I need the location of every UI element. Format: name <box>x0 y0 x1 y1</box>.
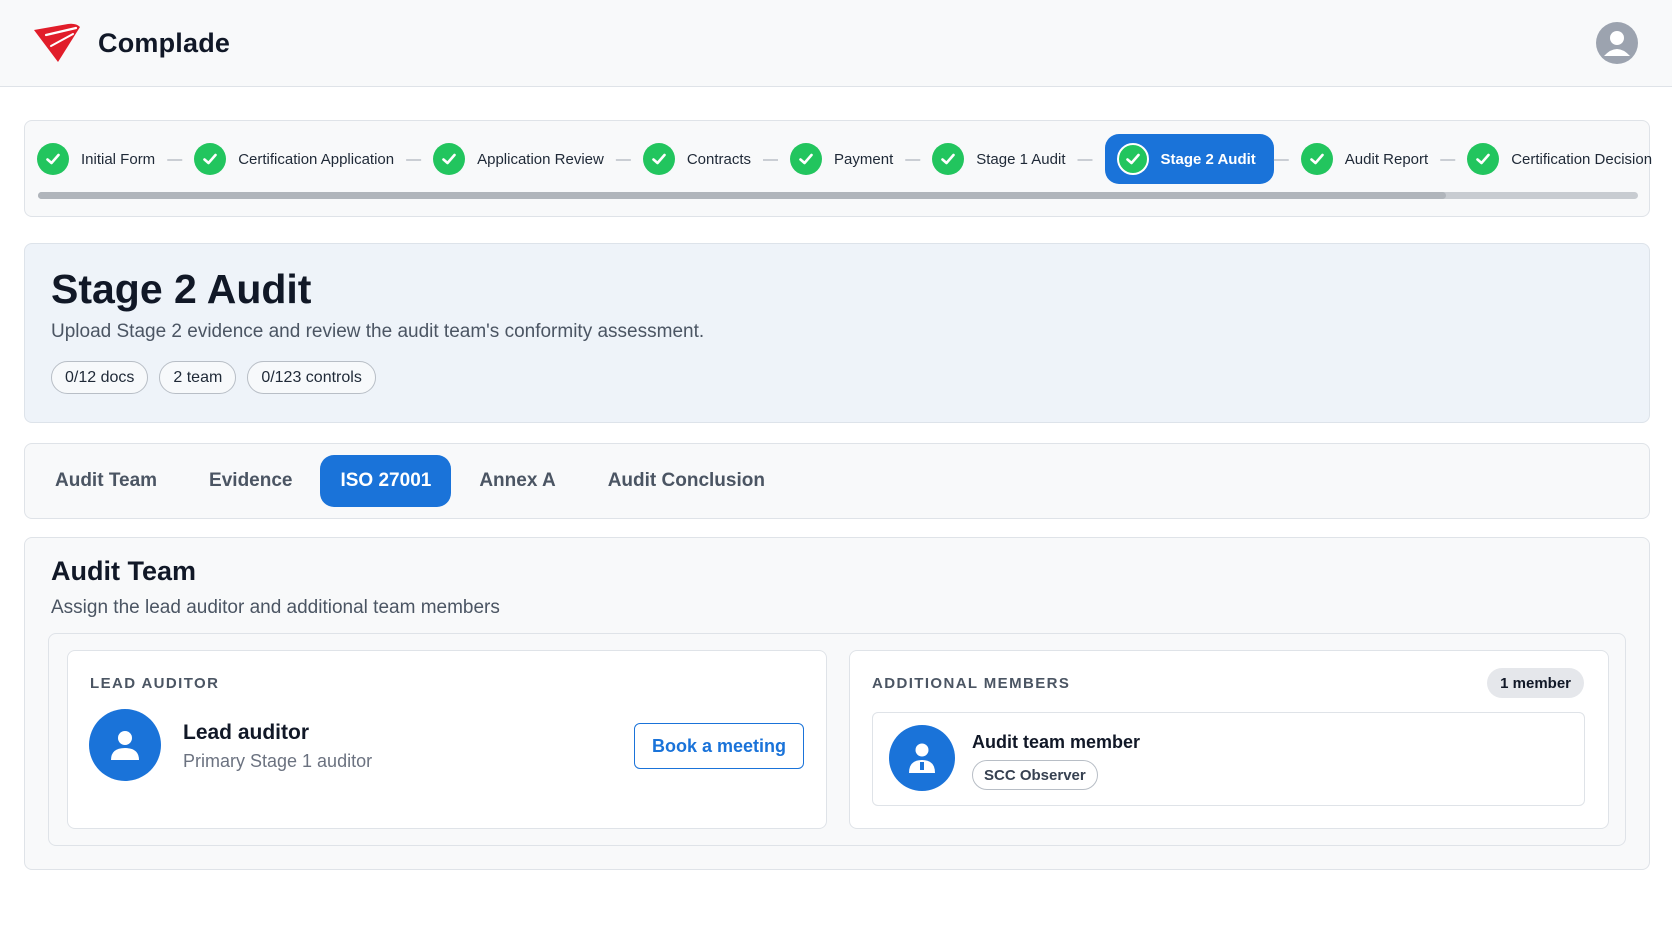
page-title: Stage 2 Audit <box>51 266 312 312</box>
tab-audit-conclusion[interactable]: Audit Conclusion <box>584 455 789 507</box>
stepper-progress-fill <box>38 192 1446 199</box>
step-separator: — <box>1273 150 1289 168</box>
check-circle-icon <box>1467 143 1500 175</box>
step-label: Stage 2 Audit <box>1160 150 1256 168</box>
step-separator: — <box>406 150 422 168</box>
step-contracts[interactable]: Contracts <box>642 134 763 184</box>
user-avatar-button[interactable] <box>1596 22 1638 64</box>
lead-auditor-name: Lead auditor <box>183 721 310 744</box>
section-title: Audit Team <box>51 556 197 586</box>
check-circle-icon <box>1300 143 1333 175</box>
person-badge-icon <box>909 743 935 773</box>
step-stage-2-audit[interactable]: Stage 2 Audit <box>1104 134 1274 184</box>
controls-count-chip: 0/123 controls <box>247 361 376 395</box>
check-circle-icon <box>790 143 823 175</box>
stepper-progress-track <box>38 192 1638 199</box>
brand[interactable]: Complade <box>32 22 230 64</box>
step-separator: — <box>763 150 779 168</box>
step-label: Certification Application <box>238 150 395 168</box>
member-role-chip: SCC Observer <box>972 760 1098 790</box>
person-icon <box>111 731 139 760</box>
step-separator: — <box>1440 150 1456 168</box>
tab-iso-27001[interactable]: ISO 27001 <box>320 455 452 507</box>
section-subtitle: Assign the lead auditor and additional t… <box>51 597 500 618</box>
stage-header: Stage 2 Audit Upload Stage 2 evidence an… <box>24 243 1650 423</box>
stage-tabs: Audit Team Evidence ISO 27001 Annex A Audit … <box>24 443 1650 519</box>
lead-auditor-avatar <box>89 709 161 781</box>
tab-audit-team[interactable]: Audit Team <box>31 455 181 507</box>
book-meeting-button[interactable]: Book a meeting <box>633 723 804 769</box>
lead-auditor-heading: LEAD AUDITOR <box>90 675 220 692</box>
tab-annex-a[interactable]: Annex A <box>455 455 579 507</box>
audit-team-panels: LEAD AUDITOR Lead auditor Primary Stage … <box>48 633 1626 846</box>
step-label: Initial Form <box>81 150 156 168</box>
member-name: Audit team member <box>972 732 1141 752</box>
lead-auditor-role: Primary Stage 1 auditor <box>183 751 373 771</box>
step-separator: — <box>905 150 921 168</box>
step-audit-report[interactable]: Audit Report <box>1300 134 1440 184</box>
step-stage-1-audit[interactable]: Stage 1 Audit <box>932 134 1077 184</box>
member-count-badge: 1 member <box>1487 668 1584 698</box>
step-application-review[interactable]: Application Review <box>433 134 616 184</box>
app-name: Complade <box>98 27 231 58</box>
step-label: Contracts <box>686 150 752 168</box>
step-separator: — <box>167 150 183 168</box>
stage-stats: 0/12 docs 2 team 0/123 controls <box>51 361 1623 395</box>
check-circle-icon <box>932 143 965 175</box>
step-label: Payment <box>834 150 894 168</box>
complade-logo-icon <box>34 23 80 62</box>
additional-members-heading: ADDITIONAL MEMBERS <box>872 675 1071 692</box>
additional-members-panel: ADDITIONAL MEMBERS 1 member Audit team m… <box>849 650 1609 829</box>
step-certification-application[interactable]: Certification Application <box>194 134 406 184</box>
step-payment[interactable]: Payment <box>790 134 905 184</box>
check-circle-icon <box>433 143 466 175</box>
team-count-chip: 2 team <box>159 361 237 395</box>
step-label: Audit Report <box>1344 150 1429 168</box>
member-avatar <box>889 725 955 791</box>
check-circle-icon <box>194 143 227 175</box>
check-circle-icon <box>37 143 69 175</box>
lead-auditor-panel: LEAD AUDITOR Lead auditor Primary Stage … <box>67 650 827 829</box>
step-initial-form[interactable]: Initial Form <box>37 134 167 184</box>
user-icon <box>1604 31 1630 56</box>
step-label: Stage 1 Audit <box>976 150 1066 168</box>
docs-count-chip: 0/12 docs <box>51 361 149 395</box>
page-subtitle: Upload Stage 2 evidence and review the a… <box>51 321 705 343</box>
stepper-steps: Initial Form — Certification Application — A… <box>37 133 1664 185</box>
workflow-stepper: Initial Form — Certification Application — A… <box>24 120 1652 217</box>
member-card[interactable]: Audit team member SCC Observer <box>872 712 1585 806</box>
step-label: Application Review <box>477 150 604 168</box>
audit-team-section: Audit Team Assign the lead auditor and a… <box>24 537 1650 870</box>
top-bar: Complade <box>0 0 1672 87</box>
step-separator: — <box>615 150 631 168</box>
step-label: Certification Decision <box>1511 150 1653 168</box>
check-circle-icon <box>642 143 675 175</box>
check-circle-icon <box>1116 143 1149 175</box>
step-certification-decision[interactable]: Certification Decision <box>1467 134 1664 184</box>
tab-evidence[interactable]: Evidence <box>185 455 316 507</box>
step-separator: — <box>1077 150 1093 168</box>
